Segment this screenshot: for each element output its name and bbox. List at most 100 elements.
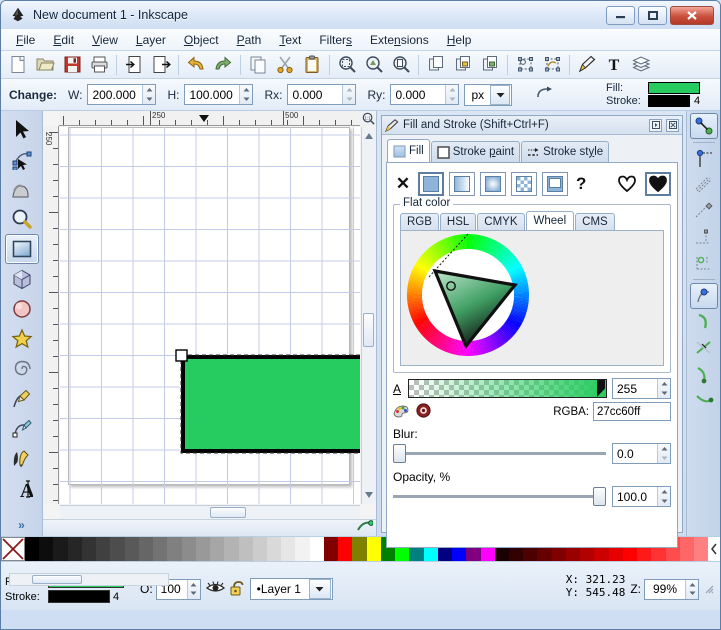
palette-swatch[interactable] [138, 537, 154, 561]
menu-help[interactable]: Help [438, 31, 481, 49]
zoom-step-up[interactable] [686, 580, 698, 590]
zoom-page-button[interactable] [388, 53, 414, 77]
horizontal-scroll-thumb[interactable] [210, 507, 246, 518]
layer-lock-button[interactable] [230, 580, 245, 599]
status-opacity-step-up[interactable] [188, 580, 200, 590]
palette-swatch[interactable] [167, 537, 182, 561]
maximize-button[interactable] [638, 5, 667, 25]
scroll-up-arrow-icon[interactable] [364, 129, 374, 143]
palette-swatch[interactable] [53, 537, 68, 561]
snap-bounding-box[interactable] [690, 146, 718, 172]
palette-swatch[interactable] [210, 537, 225, 561]
height-step-up[interactable] [240, 85, 252, 95]
group-button[interactable] [512, 53, 538, 77]
alpha-step-down[interactable] [658, 389, 670, 399]
canvas-vertical-scrollbar[interactable] [361, 127, 376, 504]
menu-filters[interactable]: Filters [310, 31, 361, 49]
tool-star[interactable] [5, 324, 39, 354]
duplicate-button[interactable] [423, 53, 449, 77]
save-document-button[interactable] [59, 53, 85, 77]
palette-swatch[interactable] [224, 537, 239, 561]
height-spinner[interactable] [184, 84, 254, 105]
dialog-tab-stroke-style[interactable]: Stroke style [521, 141, 610, 162]
unit-chevron-down-icon[interactable] [490, 84, 511, 105]
snap-bbox-corners[interactable] [690, 198, 718, 224]
palette-swatch[interactable] [153, 537, 168, 561]
layers-button[interactable] [628, 53, 654, 77]
tool-text[interactable]: A [5, 474, 39, 504]
snap-bbox-centers[interactable] [690, 250, 718, 276]
alpha-step-up[interactable] [658, 379, 670, 389]
opacity-slider-knob[interactable] [593, 487, 606, 506]
snap-enable-global[interactable] [689, 113, 718, 139]
paint-none-button[interactable]: ✕ [393, 174, 413, 194]
import-button[interactable] [121, 53, 147, 77]
palette-none-swatch[interactable] [1, 537, 25, 561]
handle-top-left[interactable] [175, 349, 188, 362]
print-document-button[interactable] [86, 53, 112, 77]
copy-button[interactable] [245, 53, 271, 77]
height-stepper[interactable] [239, 85, 253, 104]
menu-path[interactable]: Path [228, 31, 271, 49]
snap-nodes-paths[interactable] [689, 283, 718, 309]
status-opacity-step-down[interactable] [188, 589, 200, 599]
zoom-spinner[interactable] [644, 578, 699, 600]
palette-swatch[interactable] [238, 537, 253, 561]
zoom-1to1-button[interactable]: 1:1 [360, 111, 376, 126]
palette-swatch[interactable] [39, 537, 54, 561]
clone-button[interactable] [450, 53, 476, 77]
color-wheel-panel[interactable] [400, 230, 664, 366]
paint-swatch-button[interactable] [542, 172, 568, 196]
palette-swatch[interactable] [323, 537, 339, 561]
palette-swatch[interactable] [295, 537, 310, 561]
palette-scroll-thumb[interactable] [32, 575, 82, 584]
canvas-horizontal-scrollbar[interactable] [60, 505, 360, 519]
palette-swatch[interactable] [110, 537, 125, 561]
menu-extensions[interactable]: Extensions [361, 31, 438, 49]
zoom-drawing-button[interactable] [361, 53, 387, 77]
palette-swatch[interactable] [366, 537, 381, 561]
opacity-step-up[interactable] [658, 487, 670, 497]
blur-spinner[interactable]: 0.0 [612, 443, 671, 464]
zoom-step-down[interactable] [686, 589, 698, 599]
paint-linear-gradient-button[interactable] [449, 172, 475, 196]
tool-pencil[interactable] [5, 384, 39, 414]
snap-bbox-edges[interactable] [690, 172, 718, 198]
menu-view[interactable]: View [83, 31, 127, 49]
rx-step-up[interactable] [343, 85, 355, 95]
snap-smooth-nodes[interactable] [690, 387, 718, 413]
color-wheel-reset-button[interactable] [416, 402, 431, 421]
palette-swatch[interactable] [181, 537, 196, 561]
palette-swatch[interactable] [338, 537, 353, 561]
blur-slider-knob[interactable] [393, 444, 406, 463]
tool-calligraphy[interactable] [5, 444, 39, 474]
open-document-button[interactable] [32, 53, 58, 77]
dialog-tab-stroke-paint[interactable]: Stroke paint [430, 141, 521, 162]
width-spinner[interactable] [87, 84, 157, 105]
scroll-down-arrow-icon[interactable] [364, 488, 374, 502]
paint-radial-gradient-button[interactable] [480, 172, 506, 196]
tool-bezier[interactable] [5, 414, 39, 444]
color-tab-cmyk[interactable]: CMYK [477, 213, 525, 230]
rgba-input[interactable]: 27cc60ff [593, 402, 671, 421]
palette-swatch[interactable] [679, 537, 695, 561]
menu-edit[interactable]: Edit [44, 31, 83, 49]
opacity-slider[interactable] [393, 487, 606, 506]
layer-visibility-button[interactable] [205, 580, 225, 598]
resize-grip-icon[interactable] [702, 582, 716, 596]
unlink-clone-button[interactable] [477, 53, 503, 77]
stroke-swatch-top[interactable] [648, 94, 690, 107]
palette-swatch[interactable] [281, 537, 296, 561]
blur-step-up[interactable] [658, 444, 670, 454]
layer-chevron-down-icon[interactable] [308, 579, 331, 599]
snap-cusp-nodes[interactable] [690, 361, 718, 387]
tool-rectangle[interactable] [4, 234, 39, 264]
rx-stepper[interactable] [342, 85, 356, 105]
style-indicator-icon[interactable] [357, 520, 374, 536]
rx-spinner[interactable] [287, 84, 357, 105]
rx-step-down[interactable] [343, 95, 355, 105]
palette-scroll-button[interactable] [708, 543, 720, 555]
close-button[interactable] [670, 5, 714, 25]
cut-button[interactable] [272, 53, 298, 77]
palette-swatch[interactable] [25, 537, 40, 561]
